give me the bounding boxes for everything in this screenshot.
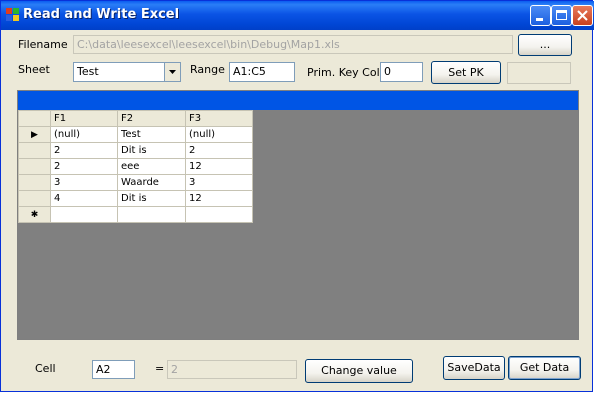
column-header-f3[interactable]: F3 xyxy=(185,110,253,127)
grid-cell[interactable]: 2 xyxy=(50,158,118,175)
grid-cell[interactable]: 2 xyxy=(50,142,118,159)
sheet-selected-value: Test xyxy=(77,65,99,78)
row-header[interactable] xyxy=(18,174,51,191)
grid-cell[interactable]: 3 xyxy=(50,174,118,191)
column-header-f2[interactable]: F2 xyxy=(117,110,186,127)
filename-label: Filename xyxy=(18,38,68,51)
cell-field[interactable]: A2 xyxy=(92,360,135,379)
row-header[interactable] xyxy=(18,158,51,175)
grid-table: F1 F2 F3 ▶ (null) Test (null) 2 Dit is 2… xyxy=(18,110,253,223)
maximize-button[interactable] xyxy=(551,5,572,26)
grid-cell[interactable]: Dit is xyxy=(117,190,186,207)
row-header-corner xyxy=(18,110,51,127)
new-row-star-icon[interactable]: ✱ xyxy=(18,206,51,223)
table-row: 2 Dit is 2 xyxy=(18,142,253,159)
grid-header-row: F1 F2 F3 xyxy=(18,110,253,127)
new-row: ✱ xyxy=(18,206,253,223)
change-value-button[interactable]: Change value xyxy=(305,359,413,383)
close-icon xyxy=(577,10,588,21)
app-icon xyxy=(6,8,20,22)
grid-cell[interactable]: 12 xyxy=(185,158,253,175)
get-data-button[interactable]: Get Data xyxy=(508,356,581,380)
table-row: 4 Dit is 12 xyxy=(18,190,253,207)
grid-cell[interactable]: Waarde xyxy=(117,174,186,191)
set-pk-button[interactable]: Set PK xyxy=(431,61,501,84)
range-field[interactable]: A1:C5 xyxy=(229,62,295,82)
save-data-button[interactable]: SaveData xyxy=(443,356,505,380)
current-row-indicator-icon[interactable]: ▶ xyxy=(18,126,51,143)
minimize-icon xyxy=(536,18,543,21)
row-header[interactable] xyxy=(18,190,51,207)
table-row: 3 Waarde 3 xyxy=(18,174,253,191)
prim-key-col-label: Prim. Key Col xyxy=(307,66,380,79)
title-bar[interactable]: Read and Write Excel xyxy=(1,1,594,30)
range-label: Range xyxy=(190,63,225,76)
grid-cell[interactable]: eee xyxy=(117,158,186,175)
data-grid[interactable]: F1 F2 F3 ▶ (null) Test (null) 2 Dit is 2… xyxy=(17,90,579,340)
table-row: 2 eee 12 xyxy=(18,158,253,175)
grid-cell[interactable]: 4 xyxy=(50,190,118,207)
dropdown-arrow-button[interactable] xyxy=(164,63,180,81)
chevron-down-icon xyxy=(169,70,176,74)
grid-cell[interactable]: 12 xyxy=(185,190,253,207)
grid-cell[interactable] xyxy=(50,206,118,223)
grid-cell[interactable]: 3 xyxy=(185,174,253,191)
grid-cell[interactable] xyxy=(185,206,253,223)
minimize-button[interactable] xyxy=(530,5,551,26)
sheet-label: Sheet xyxy=(18,63,50,76)
grid-cell[interactable]: Dit is xyxy=(117,142,186,159)
close-button[interactable] xyxy=(572,5,593,26)
main-window: Read and Write Excel Filename C:\data\le… xyxy=(0,0,594,392)
browse-button[interactable]: ... xyxy=(518,34,572,56)
cell-value-field: 2 xyxy=(167,360,297,379)
column-header-f1[interactable]: F1 xyxy=(50,110,118,127)
grid-cell[interactable]: (null) xyxy=(185,126,253,143)
table-row: ▶ (null) Test (null) xyxy=(18,126,253,143)
row-header[interactable] xyxy=(18,142,51,159)
grid-cell[interactable]: 2 xyxy=(185,142,253,159)
grid-caption-bar xyxy=(18,91,578,110)
maximize-icon xyxy=(556,10,567,20)
pk-status-field xyxy=(507,62,571,84)
filename-field[interactable]: C:\data\leesexcel\leesexcel\bin\Debug\Ma… xyxy=(73,35,513,54)
equals-label: = xyxy=(155,362,165,375)
grid-cell[interactable]: Test xyxy=(117,126,186,143)
window-title: Read and Write Excel xyxy=(23,7,180,22)
prim-key-col-field[interactable]: 0 xyxy=(380,62,423,82)
sheet-dropdown[interactable]: Test xyxy=(73,62,181,82)
grid-cell[interactable] xyxy=(117,206,186,223)
cell-label: Cell xyxy=(35,362,56,375)
grid-cell[interactable]: (null) xyxy=(50,126,118,143)
